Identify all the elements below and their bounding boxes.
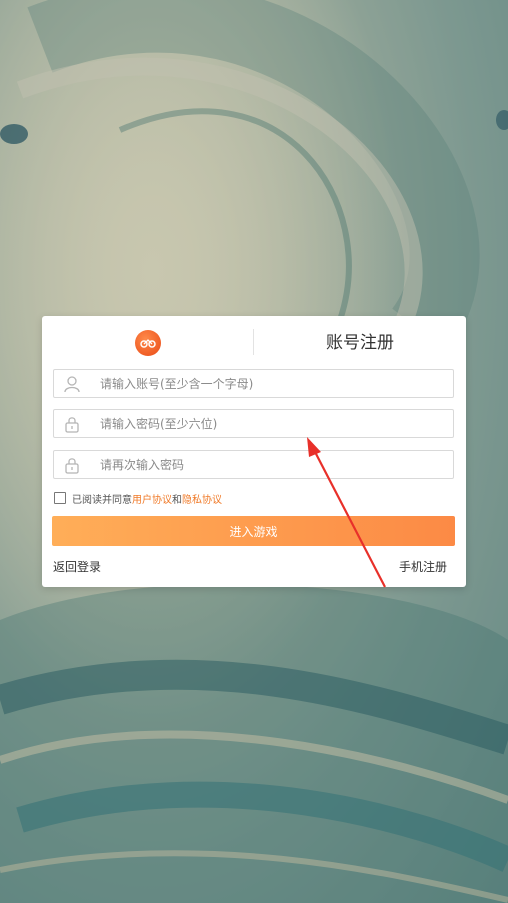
- password-field[interactable]: [53, 409, 454, 438]
- logo-icon: [135, 330, 161, 356]
- agree-and: 和: [172, 494, 182, 506]
- back-to-login-link[interactable]: 返回登录: [53, 558, 101, 575]
- lock-icon: [65, 458, 79, 474]
- lock-icon: [65, 417, 79, 433]
- agree-checkbox[interactable]: [54, 492, 66, 504]
- account-field[interactable]: [53, 369, 454, 398]
- enter-game-button[interactable]: 进入游戏: [52, 516, 455, 546]
- user-icon: [64, 376, 80, 393]
- agreement-row: 已阅读并同意 用户协议 和 隐私协议: [54, 491, 222, 506]
- dialog-title: 账号注册: [326, 333, 394, 353]
- register-dialog: 账号注册 已阅读并同意 用户协议 和 隐私协议 进入游戏 返回登录 手机注册: [42, 316, 466, 587]
- confirm-password-field[interactable]: [53, 450, 454, 479]
- privacy-agreement-link[interactable]: 隐私协议: [182, 491, 222, 506]
- account-input[interactable]: [100, 370, 440, 397]
- password-input[interactable]: [100, 410, 440, 437]
- confirm-password-input[interactable]: [100, 451, 440, 478]
- phone-register-link[interactable]: 手机注册: [399, 558, 447, 575]
- user-agreement-link[interactable]: 用户协议: [132, 491, 172, 506]
- agree-prefix: 已阅读并同意: [72, 494, 132, 506]
